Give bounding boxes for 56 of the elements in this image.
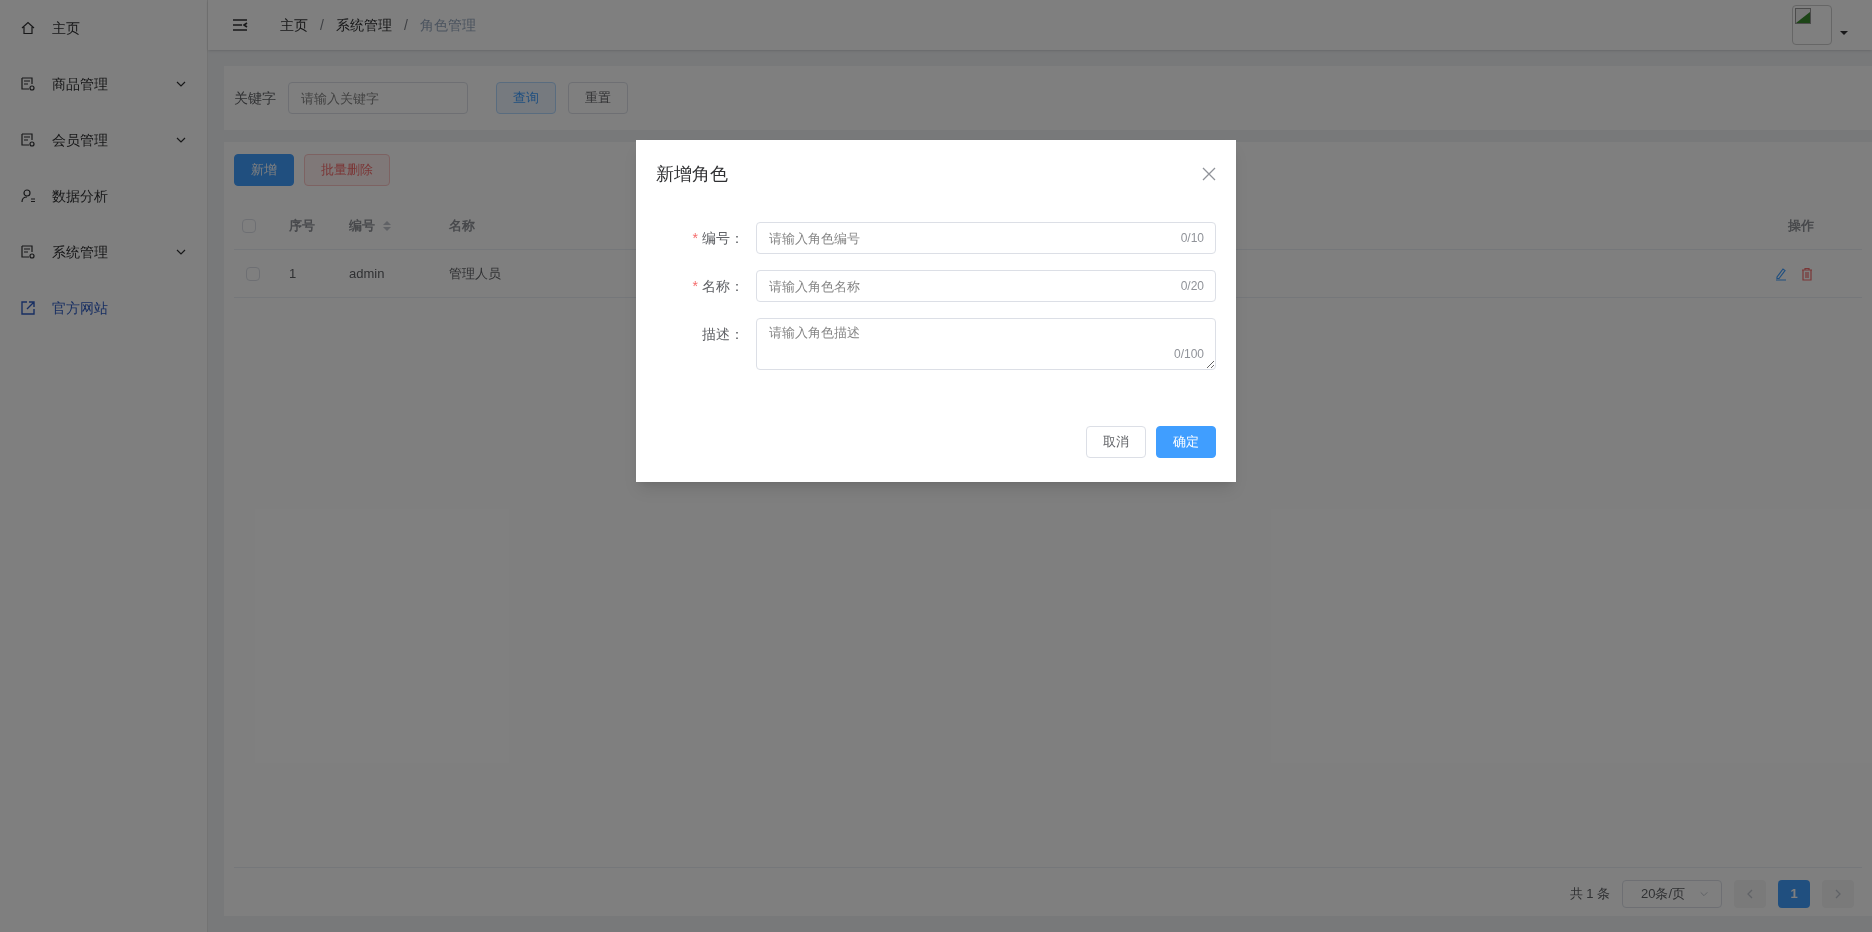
sidebar-item[interactable]: 数据分析 (0, 168, 207, 224)
button[interactable]: 批量删除 (304, 154, 390, 186)
sidebar-label: 官方网站 (52, 299, 108, 318)
button[interactable]: 查询 (496, 82, 556, 114)
character-counter: 0/10 (1180, 230, 1204, 246)
character-counter: 0/100 (1173, 346, 1204, 362)
sidebar-label: 商品管理 (52, 75, 108, 94)
page-size-select[interactable]: 20条/页 (1622, 880, 1722, 908)
menu-fold-icon[interactable] (232, 17, 248, 33)
trash-icon[interactable] (1800, 266, 1814, 281)
field-label: 描述： (702, 325, 744, 344)
caret-down-icon[interactable] (1840, 29, 1848, 37)
broken-image-icon (1795, 8, 1811, 24)
edit-icon[interactable] (1774, 266, 1788, 281)
user-icon (20, 188, 36, 204)
avatar-frame[interactable] (1792, 5, 1832, 45)
field-label: 关键字 (234, 89, 276, 108)
breadcrumb-item[interactable]: 系统管理 (335, 15, 392, 35)
breadcrumb-item[interactable]: 主页 (280, 15, 308, 35)
sidebar-item[interactable]: 商品管理 (0, 56, 207, 112)
external-link-icon (20, 300, 36, 316)
previous-page-button[interactable] (1734, 880, 1766, 908)
table-cell-text: 管理人员 (449, 264, 502, 283)
page-button[interactable]: 1 (1778, 880, 1810, 908)
button[interactable]: 确定 (1156, 426, 1216, 458)
breadcrumb-separator: / (320, 16, 324, 35)
next-page-button[interactable] (1822, 880, 1854, 908)
sidebar-item[interactable]: 会员管理 (0, 112, 207, 168)
sort-icon[interactable] (383, 219, 391, 232)
sidebar-item[interactable]: 官方网站 (0, 280, 207, 336)
sidebar-item[interactable]: 系统管理 (0, 224, 207, 280)
table-cell-text: admin (349, 264, 386, 283)
home-icon (20, 20, 36, 36)
chevron-right-icon (1833, 889, 1843, 899)
sidebar-label: 数据分析 (52, 187, 108, 206)
field-label: 名称： (702, 277, 744, 296)
breadcrumb-separator: / (403, 16, 408, 35)
button[interactable]: 重置 (568, 82, 628, 114)
document-settings-icon (20, 76, 36, 92)
button[interactable]: 新增 (234, 154, 294, 186)
sidebar-item[interactable]: 主页 (0, 0, 207, 56)
table-cell-text: 1 (289, 264, 298, 283)
field-label: 编号： (702, 229, 744, 248)
character-counter: 0/20 (1180, 278, 1204, 294)
sidebar-label: 主页 (52, 19, 80, 38)
document-settings-icon (20, 244, 36, 260)
required-mark: * (692, 277, 698, 296)
dialog-title: 新增角色 (656, 163, 728, 186)
close-icon[interactable] (1202, 167, 1216, 181)
total-count: 共 1 条 (1569, 885, 1610, 904)
sidebar-label: 会员管理 (52, 131, 108, 150)
document-settings-icon (20, 132, 36, 148)
button[interactable]: 取消 (1086, 426, 1146, 458)
chevron-left-icon (1745, 889, 1755, 899)
sidebar-label: 系统管理 (52, 243, 108, 262)
required-mark: * (692, 229, 698, 248)
